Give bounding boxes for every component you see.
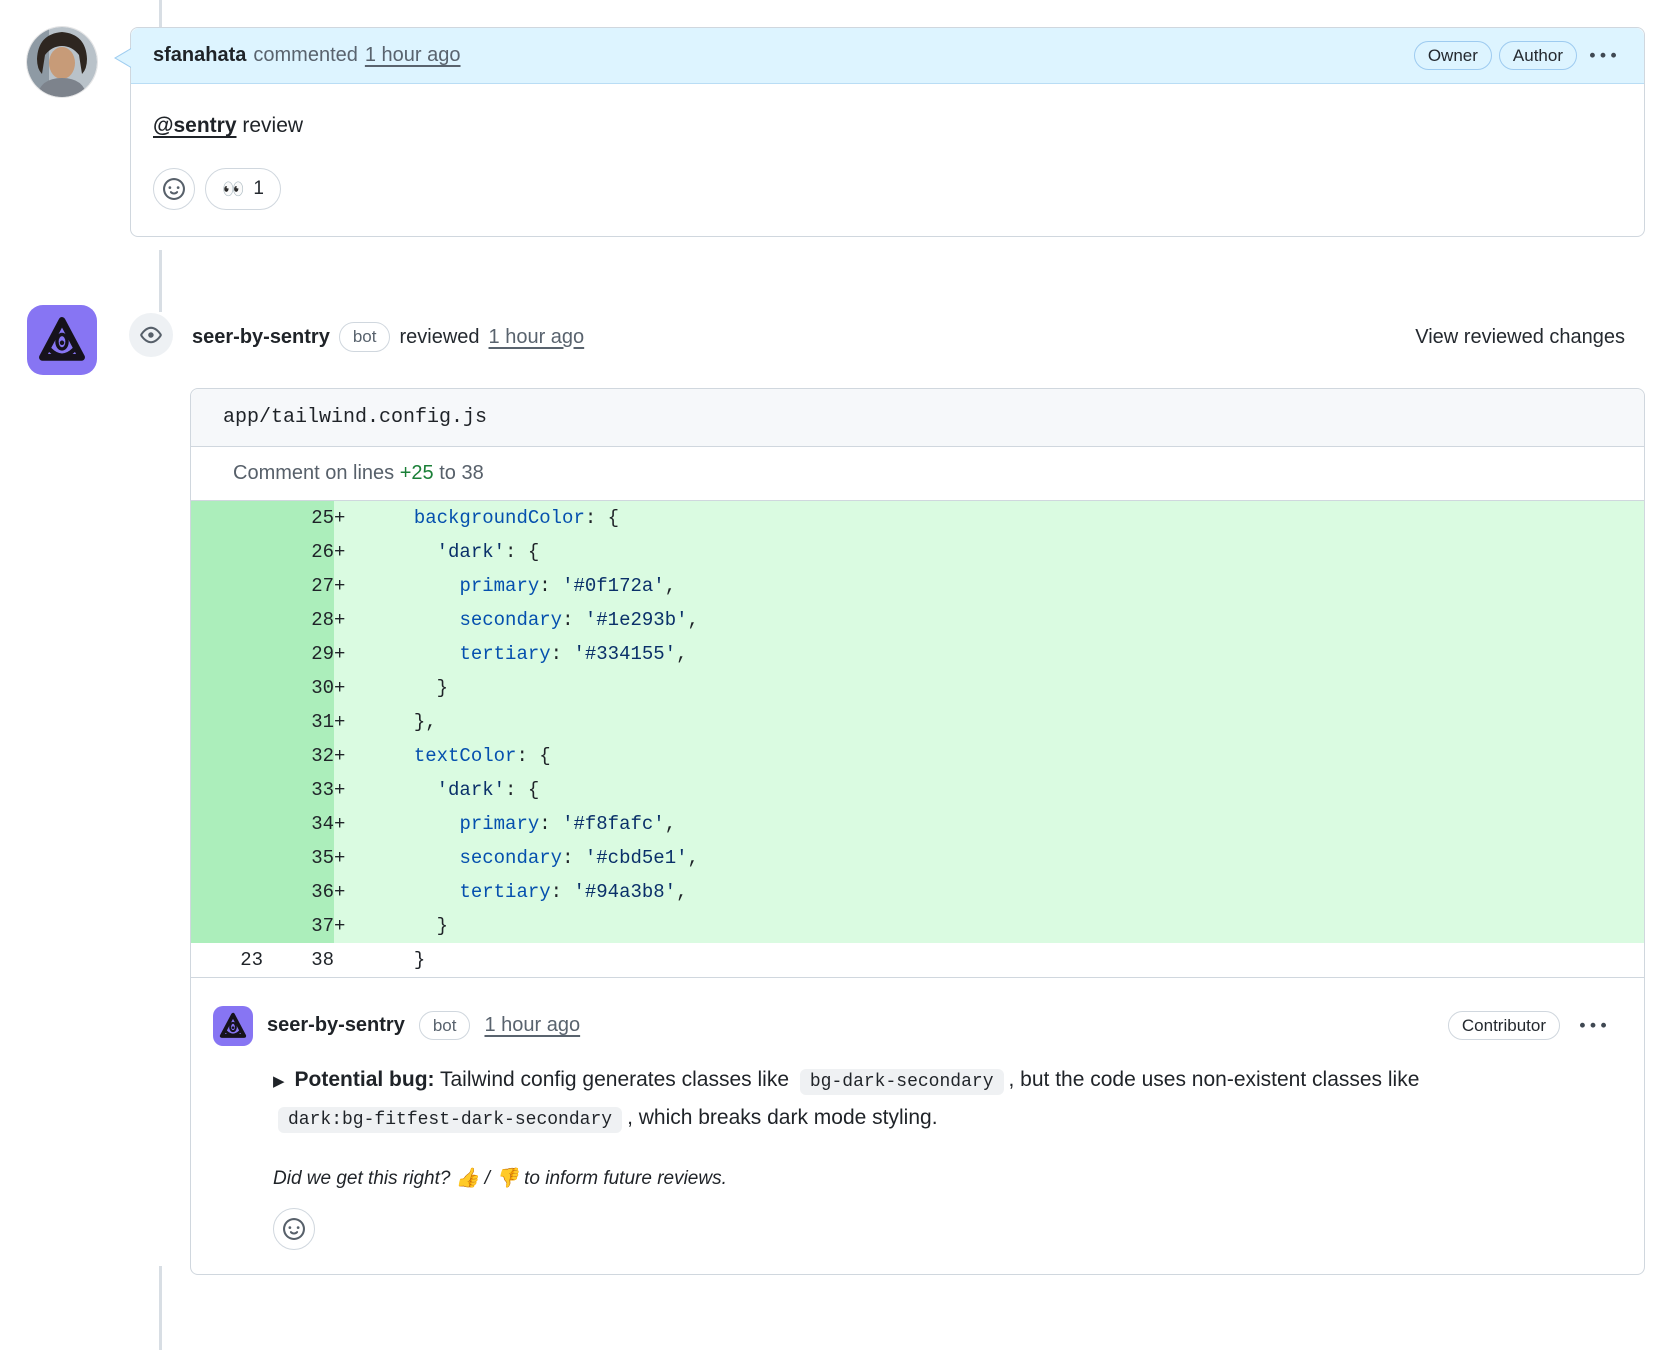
comment-body: @sentry review 👀 1 xyxy=(131,84,1644,236)
inline-comment-options-button[interactable] xyxy=(1574,1009,1612,1043)
comment-on-lines-note: Comment on lines +25 to 38 xyxy=(191,447,1644,501)
comment-author-link[interactable]: sfanahata xyxy=(153,44,246,67)
smiley-icon xyxy=(283,1217,305,1240)
comment-caret xyxy=(116,48,133,68)
bot-badge: bot xyxy=(418,1010,471,1041)
diff-line-added: 36 + tertiary: '#94a3b8', xyxy=(191,875,1644,909)
comment-text: review xyxy=(236,114,304,137)
diff-line-added: 26 + 'dark': { xyxy=(191,535,1644,569)
comment-on-lines-to: to xyxy=(433,462,462,484)
add-reaction-button[interactable] xyxy=(153,168,195,210)
thumbs-up-down-icons: 👍 / 👎 xyxy=(455,1167,519,1189)
bot-badge: bot xyxy=(338,322,391,352)
eyes-reaction-button[interactable]: 👀 1 xyxy=(205,168,281,210)
inline-comment-body: ▶ Potential bug: Tailwind config generate… xyxy=(273,1062,1533,1138)
comment-on-lines-end: 38 xyxy=(461,462,484,484)
diff-line-added: 31 + }, xyxy=(191,705,1644,739)
code-span-dark-bg-fitfest: dark:bg-fitfest-dark-secondary xyxy=(278,1106,623,1133)
timeline-comment: sfanahata commented 1 hour ago Owner Aut… xyxy=(27,27,1645,237)
feedback-text-2: to inform future reviews. xyxy=(518,1167,727,1189)
view-reviewed-changes-link[interactable]: View reviewed changes xyxy=(1415,326,1625,349)
diff-line-added: 37 + } xyxy=(191,909,1644,943)
review-header-line: seer-by-sentry bot reviewed 1 hour ago V… xyxy=(192,305,1645,369)
diff-line-added: 35 + secondary: '#cbd5e1', xyxy=(191,841,1644,875)
diff-line-added: 27 + primary: '#0f172a', xyxy=(191,569,1644,603)
diff-line-added: 28 + secondary: '#1e293b', xyxy=(191,603,1644,637)
comment-options-button[interactable] xyxy=(1584,39,1622,73)
review-author-link[interactable]: seer-by-sentry xyxy=(192,326,330,349)
diff-line-context: 23 38 } xyxy=(191,943,1644,978)
comment-timestamp-link[interactable]: 1 hour ago xyxy=(365,44,461,67)
avatar-seer-by-sentry[interactable] xyxy=(27,305,97,375)
comment-on-lines-start: +25 xyxy=(399,462,434,484)
review-card: app/tailwind.config.js Comment on lines … xyxy=(190,388,1645,1275)
mention-link[interactable]: @sentry xyxy=(153,114,237,137)
comment-header: sfanahata commented 1 hour ago Owner Aut… xyxy=(131,28,1644,84)
diff-line-added: 29 + tertiary: '#334155', xyxy=(191,637,1644,671)
comment-on-lines-prefix: Comment on lines xyxy=(233,462,400,484)
code-span-bg-dark-secondary: bg-dark-secondary xyxy=(799,1068,1004,1095)
contributor-badge: Contributor xyxy=(1447,1010,1560,1041)
bug-text-1: Tailwind config generates classes like xyxy=(434,1067,795,1091)
pr-conversation-page: sfanahata commented 1 hour ago Owner Aut… xyxy=(0,0,1672,1350)
diff-line-added: 33 + 'dark': { xyxy=(191,773,1644,807)
diff-table: 25 + backgroundColor: {26 + 'dark': {27 + p… xyxy=(191,501,1644,978)
timeline-line xyxy=(159,250,162,312)
timeline-review-badge xyxy=(129,313,173,357)
owner-badge: Owner xyxy=(1413,40,1492,71)
diff-line-added: 34 + primary: '#f8fafc', xyxy=(191,807,1644,841)
bug-text-3: , which breaks dark mode styling. xyxy=(627,1105,938,1129)
inline-comment-header: seer-by-sentry bot 1 hour ago Contributo… xyxy=(213,1005,1612,1046)
review-timeline-item: seer-by-sentry bot reviewed 1 hour ago V… xyxy=(27,305,1645,375)
kebab-menu-icon xyxy=(1580,1022,1606,1028)
diff-line-added: 25 + backgroundColor: { xyxy=(191,501,1644,535)
comment-box: sfanahata commented 1 hour ago Owner Aut… xyxy=(114,27,1645,237)
reaction-count: 1 xyxy=(253,178,264,199)
add-reaction-button[interactable] xyxy=(273,1207,315,1250)
review-timestamp-link[interactable]: 1 hour ago xyxy=(489,326,585,349)
seer-logo-icon xyxy=(219,1012,247,1038)
review-action-label: reviewed xyxy=(399,325,480,348)
eye-icon xyxy=(140,326,162,344)
inline-comment-timestamp-link[interactable]: 1 hour ago xyxy=(484,1014,580,1037)
smiley-icon xyxy=(163,178,185,200)
potential-bug-label: Potential bug: xyxy=(294,1067,435,1091)
inline-review-comment: seer-by-sentry bot 1 hour ago Contributo… xyxy=(191,978,1644,1274)
author-badge: Author xyxy=(1498,40,1577,71)
feedback-prompt: Did we get this right? 👍 / 👎 to inform f… xyxy=(273,1166,1612,1190)
reactions-bar: 👀 1 xyxy=(153,168,1622,210)
timeline-line xyxy=(159,1266,162,1350)
diff-line-added: 30 + } xyxy=(191,671,1644,705)
eyes-emoji-icon: 👀 xyxy=(222,178,245,199)
inline-comment-author-link[interactable]: seer-by-sentry xyxy=(267,1014,405,1037)
avatar-sfanahata[interactable] xyxy=(27,27,97,97)
avatar-seer-by-sentry-small[interactable] xyxy=(213,1005,253,1046)
kebab-menu-icon xyxy=(1590,52,1616,58)
feedback-text-1: Did we get this right? xyxy=(273,1167,456,1189)
diff-file-path[interactable]: app/tailwind.config.js xyxy=(191,389,1644,447)
comment-action-label: commented xyxy=(253,44,358,66)
avatar-photo-image xyxy=(27,27,97,97)
seer-logo-icon xyxy=(39,317,85,361)
diff-table-body: 25 + backgroundColor: {26 + 'dark': {27 + p… xyxy=(191,501,1644,978)
bug-text-2: , but the code uses non-existent classes… xyxy=(1008,1067,1420,1091)
diff-line-added: 32 + textColor: { xyxy=(191,739,1644,773)
details-disclosure-icon[interactable]: ▶ xyxy=(273,1073,285,1090)
